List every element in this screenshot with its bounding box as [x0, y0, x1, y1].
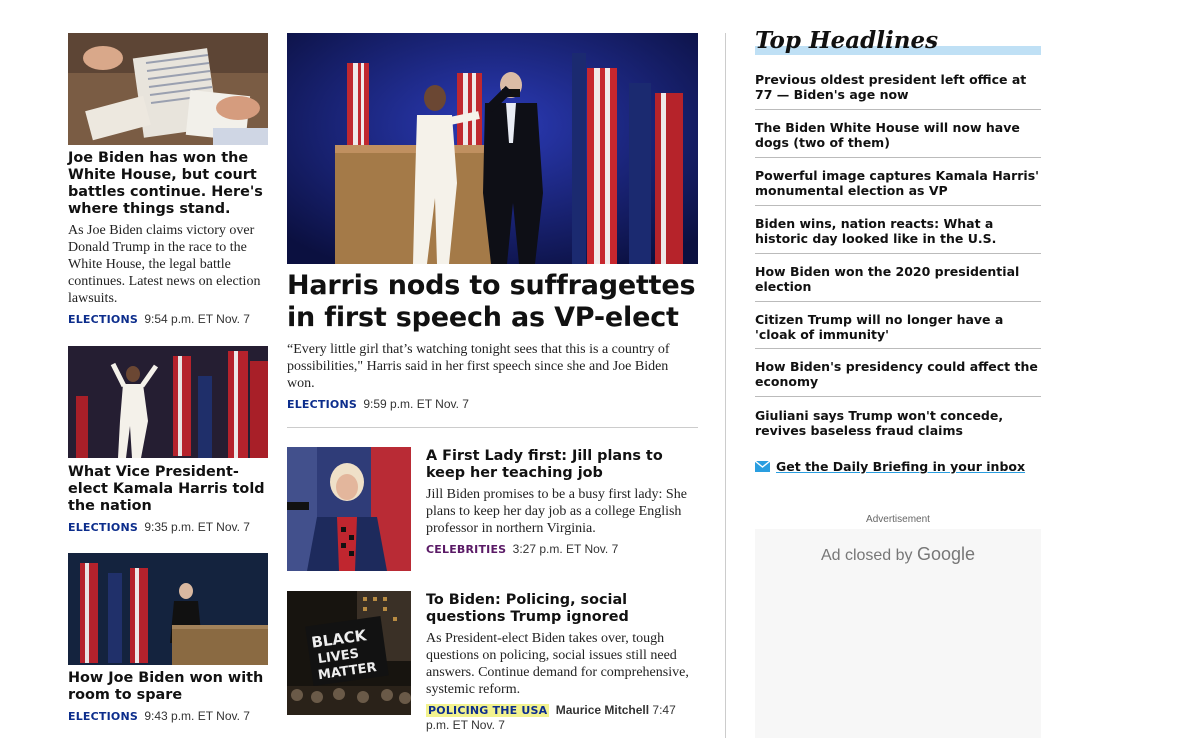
story-jill-biden[interactable]: A First Lady first: Jill plans to keep h…: [426, 448, 700, 556]
top-headline-link[interactable]: Previous oldest president left office at…: [755, 72, 1041, 102]
top-headline-link[interactable]: Giuliani says Trump won't concede, reviv…: [755, 408, 1041, 438]
story-meta: POLICING THE USA Maurice Mitchell 7:47 p…: [426, 703, 700, 732]
story-headline[interactable]: A First Lady first: Jill plans to keep h…: [426, 448, 700, 482]
main-summary: “Every little girl that’s watching tonig…: [287, 342, 670, 391]
top-headline-link[interactable]: Biden wins, nation reacts: What a histor…: [755, 216, 1041, 246]
top-headline-item[interactable]: Biden wins, nation reacts: What a histor…: [755, 216, 1041, 254]
story-meta: ELECTIONS 9:43 p.m. ET Nov. 7: [68, 709, 268, 723]
column-divider: [725, 33, 726, 738]
section-tag[interactable]: ELECTIONS: [68, 710, 138, 723]
ad-closed-notice: Ad closed by Google: [755, 544, 1041, 565]
timestamp: 9:59 p.m. ET Nov. 7: [363, 397, 469, 411]
main-meta: ELECTIONS 9:59 p.m. ET Nov. 7: [287, 397, 698, 411]
advertisement-label: Advertisement: [866, 514, 930, 525]
story-headline[interactable]: How Joe Biden won with room to spare: [68, 670, 268, 704]
story-headline[interactable]: Joe Biden has won the White House, but c…: [68, 150, 268, 218]
top-headline-item[interactable]: Previous oldest president left office at…: [755, 72, 1041, 110]
section-tag[interactable]: ELECTIONS: [68, 521, 138, 534]
top-headline-item[interactable]: How Biden's presidency could affect the …: [755, 359, 1041, 397]
timestamp: 9:43 p.m. ET Nov. 7: [144, 709, 250, 723]
jill-biden-photo[interactable]: [287, 447, 411, 571]
section-tag[interactable]: ELECTIONS: [287, 398, 357, 411]
main-story[interactable]: Harris nods to suffragettes in first spe…: [287, 270, 698, 411]
harris-stage-photo[interactable]: [68, 346, 268, 458]
byline[interactable]: Maurice Mitchell: [556, 703, 649, 717]
top-headline-link[interactable]: How Biden won the 2020 presidential elec…: [755, 264, 1041, 294]
story-biden-won-room[interactable]: How Joe Biden won with room to spare ELE…: [68, 670, 268, 723]
top-headlines-title-text: Top Headlines: [755, 27, 939, 54]
section-tag[interactable]: POLICING THE USA: [426, 704, 550, 717]
black-lives-matter-photo[interactable]: BLACK LIVES MATTER: [287, 591, 411, 715]
story-court-battles[interactable]: Joe Biden has won the White House, but c…: [68, 150, 268, 326]
timestamp: 3:27 p.m. ET Nov. 7: [512, 542, 619, 556]
top-headlines-title: Top Headlines: [755, 27, 1041, 55]
story-headline[interactable]: What Vice President-elect Kamala Harris …: [68, 464, 268, 515]
story-meta: ELECTIONS 9:54 p.m. ET Nov. 7: [68, 312, 268, 326]
ad-closed-text: Ad closed by: [820, 547, 913, 564]
daily-briefing-signup[interactable]: Get the Daily Briefing in your inbox: [754, 457, 1025, 476]
story-meta: ELECTIONS 9:35 p.m. ET Nov. 7: [68, 520, 268, 534]
ad-slot: Ad closed by Google: [755, 529, 1041, 738]
top-headline-item[interactable]: How Biden won the 2020 presidential elec…: [755, 264, 1041, 302]
ballot-counting-photo[interactable]: [68, 33, 268, 145]
main-headline[interactable]: Harris nods to suffragettes in first spe…: [287, 270, 698, 334]
harris-biden-stage-photo[interactable]: [287, 33, 698, 264]
story-meta: CELEBRITIES 3:27 p.m. ET Nov. 7: [426, 542, 700, 556]
story-summary: Jill Biden promises to be a busy first l…: [426, 487, 687, 536]
story-headline[interactable]: To Biden: Policing, social questions Tru…: [426, 592, 700, 626]
center-divider: [287, 427, 698, 428]
story-policing[interactable]: To Biden: Policing, social questions Tru…: [426, 592, 700, 732]
top-headline-item[interactable]: The Biden White House will now have dogs…: [755, 120, 1041, 158]
envelope-icon: [754, 457, 771, 476]
section-tag[interactable]: ELECTIONS: [68, 313, 138, 326]
top-headline-item[interactable]: Powerful image captures Kamala Harris' m…: [755, 168, 1041, 206]
section-tag[interactable]: CELEBRITIES: [426, 543, 506, 556]
top-headline-link[interactable]: Powerful image captures Kamala Harris' m…: [755, 168, 1041, 198]
daily-briefing-link[interactable]: Get the Daily Briefing in your inbox: [776, 459, 1025, 474]
top-headline-link[interactable]: How Biden's presidency could affect the …: [755, 359, 1041, 389]
top-headline-link[interactable]: The Biden White House will now have dogs…: [755, 120, 1041, 150]
timestamp: 9:54 p.m. ET Nov. 7: [144, 312, 250, 326]
biden-podium-photo[interactable]: [68, 553, 268, 665]
story-harris-told-nation[interactable]: What Vice President-elect Kamala Harris …: [68, 464, 268, 534]
timestamp-date: Nov. 7: [471, 718, 505, 732]
top-headline-item[interactable]: Citizen Trump will no longer have a 'clo…: [755, 312, 1041, 349]
top-headline-link[interactable]: Citizen Trump will no longer have a 'clo…: [755, 312, 1041, 342]
google-logo-text: Google: [917, 544, 976, 564]
top-headline-item[interactable]: Giuliani says Trump won't concede, reviv…: [755, 408, 1041, 446]
story-summary: As Joe Biden claims victory over Donald …: [68, 223, 261, 306]
timestamp: 9:35 p.m. ET Nov. 7: [144, 520, 250, 534]
story-summary: As President-elect Biden takes over, tou…: [426, 631, 689, 697]
